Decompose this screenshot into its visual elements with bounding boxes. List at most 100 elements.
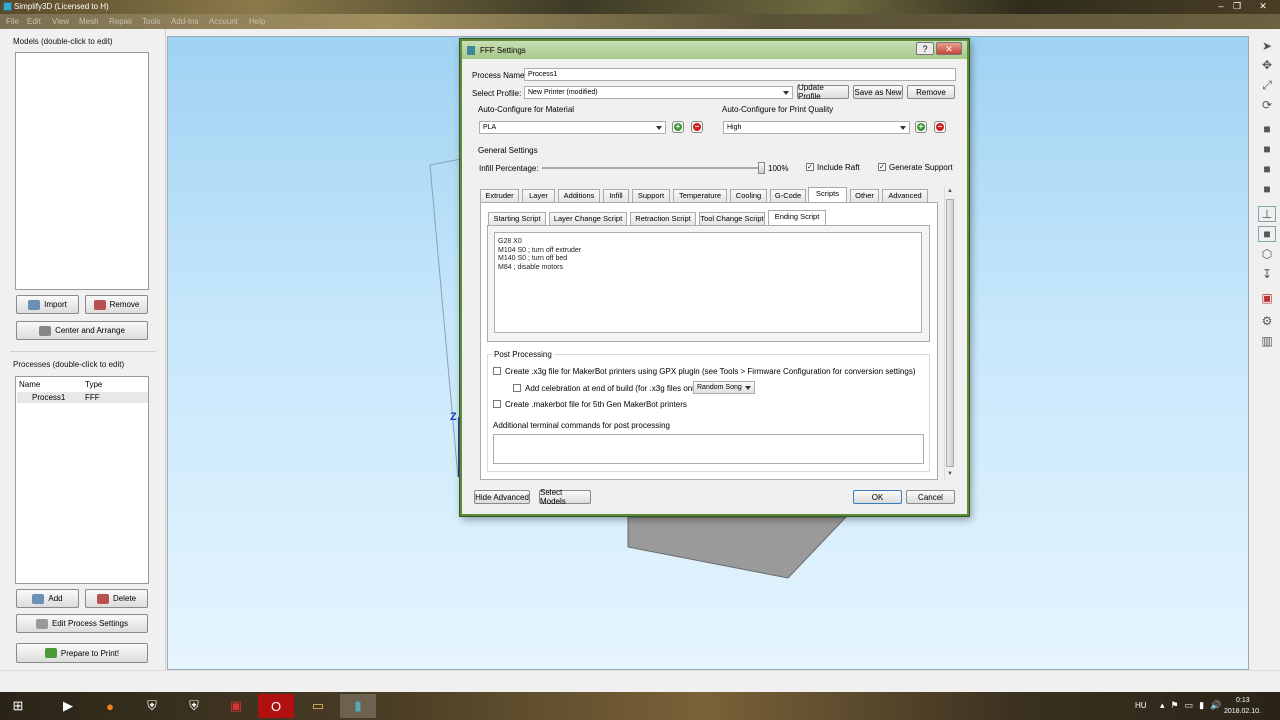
menu-view[interactable]: View	[52, 17, 69, 26]
center-arrange-button[interactable]: Center and Arrange	[16, 321, 148, 340]
gear-icon[interactable]: ⚙	[1258, 313, 1276, 329]
clock-date[interactable]: 2018.02.10.	[1224, 708, 1261, 715]
material-select[interactable]: PLA	[479, 121, 666, 134]
tab-scripts[interactable]: Scripts	[808, 187, 847, 202]
opera-icon[interactable]: O	[258, 694, 294, 718]
scrollbar[interactable]: ▲ ▼	[944, 187, 955, 481]
rotate-icon[interactable]: ⟳	[1258, 97, 1276, 113]
menu-add-ins[interactable]: Add-Ins	[171, 17, 199, 26]
menu-repair[interactable]: Repair	[109, 17, 133, 26]
menu-bar: File Edit View Mesh Repair Tools Add-Ins…	[0, 14, 1280, 29]
tab-additions[interactable]: Additions	[558, 189, 600, 202]
add-quality-button[interactable]: +	[915, 121, 927, 133]
remove-model-button[interactable]: Remove	[85, 295, 148, 314]
process-name-input[interactable]: Process1	[524, 68, 956, 81]
start-icon[interactable]: ⊞	[0, 694, 36, 718]
processes-list[interactable]: Name Type Process1 FFF	[15, 376, 149, 584]
menu-file[interactable]: File	[6, 17, 19, 26]
tab-layer-change-script[interactable]: Layer Change Script	[549, 212, 627, 225]
create-x3g-checkbox[interactable]	[493, 367, 501, 375]
select-models-button[interactable]: Select Models	[539, 488, 591, 506]
column-header-type[interactable]: Type	[85, 380, 102, 389]
minimize-button[interactable]: ‒	[1214, 1, 1228, 12]
terminal-commands-input[interactable]	[493, 434, 924, 464]
remove-material-button[interactable]: −	[691, 121, 703, 133]
include-raft-checkbox[interactable]: ✓	[806, 163, 814, 171]
tab-extruder[interactable]: Extruder	[480, 189, 519, 202]
tab-other[interactable]: Other	[850, 189, 879, 202]
tab-advanced[interactable]: Advanced	[882, 189, 928, 202]
folder-icon[interactable]: ▭	[300, 694, 336, 718]
generate-support-checkbox[interactable]: ✓	[878, 163, 886, 171]
edit-process-settings-button[interactable]: Edit Process Settings	[16, 614, 148, 633]
maximize-button[interactable]: ❐	[1230, 1, 1244, 12]
view-iso-icon[interactable]: ■	[1258, 121, 1276, 137]
world-of-warships-icon[interactable]: ⛨	[176, 694, 212, 718]
remove-profile-button[interactable]: Remove	[907, 85, 955, 99]
solid-view-icon[interactable]: ■	[1258, 226, 1276, 242]
models-list[interactable]	[15, 52, 149, 290]
scale-icon[interactable]: ⤢	[1258, 77, 1276, 93]
update-profile-button[interactable]: Update Profile	[797, 83, 849, 101]
tab-support[interactable]: Support	[632, 189, 670, 202]
ending-script-editor[interactable]: G28 X0 M104 S0 ; turn off extruder M140 …	[494, 232, 922, 333]
ok-button[interactable]: OK	[853, 490, 902, 504]
profile-select[interactable]: New Printer (modified)	[524, 86, 793, 99]
cross-section-icon[interactable]: ▣	[1258, 290, 1276, 306]
menu-tools[interactable]: Tools	[142, 17, 161, 26]
infill-slider-thumb[interactable]	[758, 162, 765, 174]
help-button[interactable]: ?	[916, 42, 934, 55]
column-header-name[interactable]: Name	[19, 380, 40, 389]
scroll-down-icon[interactable]: ▼	[947, 471, 953, 477]
celebration-checkbox[interactable]	[513, 384, 521, 392]
tab-g-code[interactable]: G-Code	[770, 189, 806, 202]
menu-edit[interactable]: Edit	[27, 17, 41, 26]
dialog-close-button[interactable]: ✕	[936, 42, 962, 55]
firefox-icon[interactable]: ●	[92, 694, 128, 718]
infill-slider[interactable]	[542, 162, 765, 174]
menu-account[interactable]: Account	[209, 17, 238, 26]
close-button[interactable]: ✕	[1249, 1, 1277, 12]
quality-select[interactable]: High	[723, 121, 910, 134]
scroll-up-icon[interactable]: ▲	[947, 188, 953, 194]
cancel-button[interactable]: Cancel	[906, 490, 955, 504]
create-makerbot-checkbox[interactable]	[493, 400, 501, 408]
tab-infill[interactable]: Infill	[603, 189, 629, 202]
measure-icon[interactable]: ↧	[1258, 266, 1276, 282]
remove-quality-button[interactable]: −	[934, 121, 946, 133]
save-as-new-button[interactable]: Save as New	[853, 85, 903, 99]
add-process-button[interactable]: Add	[16, 589, 79, 608]
hide-advanced-button[interactable]: Hide Advanced	[474, 490, 530, 504]
tab-retraction-script[interactable]: Retraction Script	[630, 212, 696, 225]
menu-help[interactable]: Help	[249, 17, 265, 26]
tab-tool-change-script[interactable]: Tool Change Script	[699, 212, 765, 225]
view-front-icon[interactable]: ■	[1258, 141, 1276, 157]
tab-starting-script[interactable]: Starting Script	[488, 212, 546, 225]
language-indicator[interactable]: HU	[1135, 701, 1147, 710]
scrollbar-thumb[interactable]	[946, 199, 954, 467]
media-player-icon[interactable]: ▶	[50, 694, 86, 718]
tab-temperature[interactable]: Temperature	[673, 189, 727, 202]
gamepad-icon[interactable]: ▣	[218, 694, 254, 718]
menu-mesh[interactable]: Mesh	[79, 17, 99, 26]
view-side-icon[interactable]: ■	[1258, 161, 1276, 177]
view-top-icon[interactable]: ■	[1258, 181, 1276, 197]
axes-icon[interactable]: ⊥	[1258, 206, 1276, 222]
tab-cooling[interactable]: Cooling	[730, 189, 767, 202]
add-material-button[interactable]: +	[672, 121, 684, 133]
move-icon[interactable]: ✥	[1258, 57, 1276, 73]
tab-ending-script[interactable]: Ending Script	[768, 210, 826, 225]
tray-icons[interactable]: ▴⚑▭▮🔊	[1160, 700, 1227, 711]
prepare-to-print-button[interactable]: Prepare to Print!	[16, 643, 148, 663]
simplify3d-taskbar-icon[interactable]: ▮	[340, 694, 376, 718]
import-button[interactable]: Import	[16, 295, 79, 314]
song-select[interactable]: Random Song	[693, 381, 755, 394]
select-icon[interactable]: ➤	[1258, 38, 1276, 54]
world-of-tanks-icon[interactable]: ⛨	[134, 694, 170, 718]
table-row[interactable]: Process1 FFF	[17, 392, 148, 403]
wireframe-icon[interactable]: ⬡	[1258, 246, 1276, 262]
clock-time[interactable]: 0:13	[1236, 697, 1250, 704]
tab-layer[interactable]: Layer	[522, 189, 555, 202]
delete-process-button[interactable]: Delete	[85, 589, 148, 608]
support-icon[interactable]: ▥	[1258, 333, 1276, 349]
